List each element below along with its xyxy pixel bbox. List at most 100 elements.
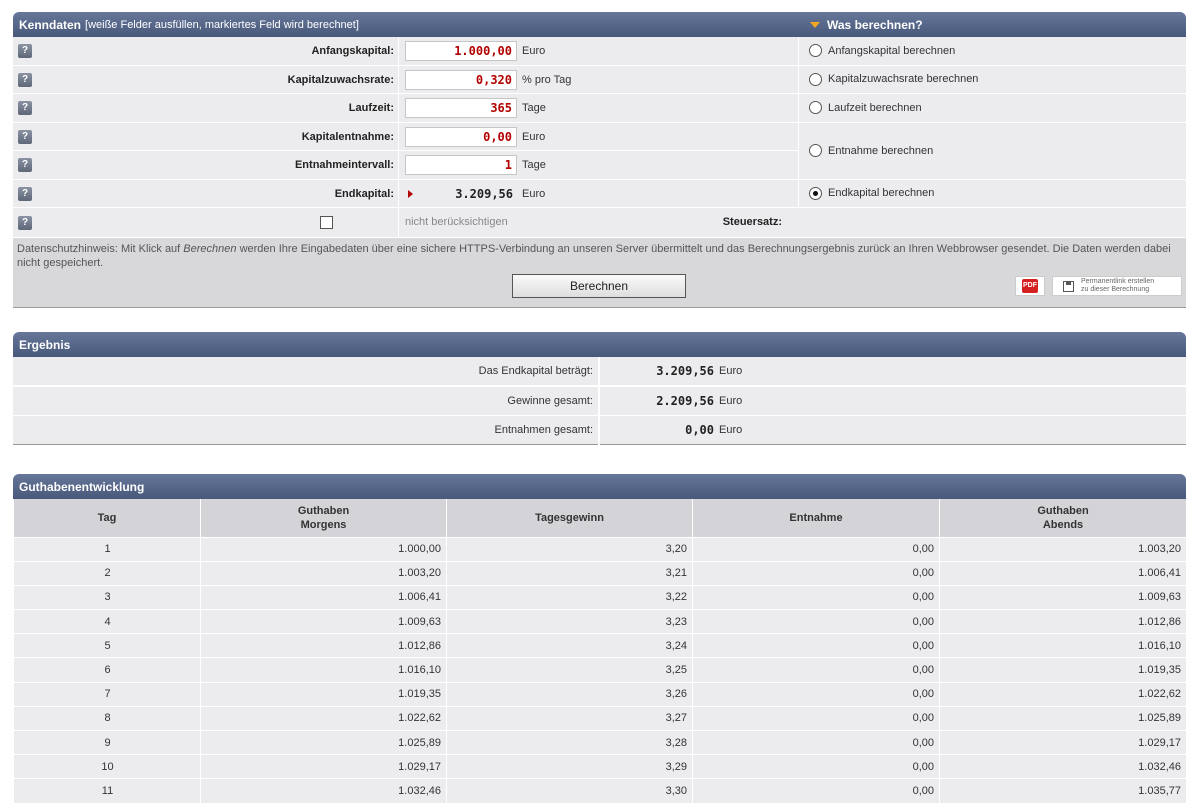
help-icon[interactable]: ? bbox=[18, 158, 32, 172]
table-cell: 1.016,10 bbox=[939, 633, 1186, 659]
table-cell: 3,24 bbox=[446, 633, 693, 659]
field-label: Laufzeit: bbox=[348, 102, 394, 114]
column-header: Entnahme bbox=[692, 499, 940, 538]
field-row-endkapital: ? Endkapital: 3.209,56 Euro bbox=[13, 179, 798, 208]
table-cell: 3,28 bbox=[446, 729, 693, 756]
field-label: Entnahmeintervall: bbox=[294, 159, 394, 171]
result-label: Das Endkapital beträgt: bbox=[478, 365, 593, 377]
guthaben-title: Guthabenentwicklung bbox=[19, 479, 145, 494]
result-unit: Euro bbox=[719, 424, 743, 436]
table-cell: 1.003,20 bbox=[939, 536, 1186, 562]
table-cell: 0,00 bbox=[692, 705, 940, 732]
table-cell: 0,00 bbox=[692, 729, 940, 756]
kapitalzuwachsrate-input[interactable]: 0,320 bbox=[405, 69, 517, 90]
endkapital-calculated-field[interactable]: 3.209,56 bbox=[405, 184, 517, 204]
table-header-row: Tag Guthaben Morgens Tagesgewinn Entnahme Gut… bbox=[13, 499, 1186, 538]
table-row: 10 1.029,17 3,29 0,00 1.032,46 bbox=[13, 754, 1186, 780]
table-cell: 1.019,35 bbox=[200, 681, 447, 707]
radio-button[interactable] bbox=[809, 101, 822, 115]
table-cell: 0,00 bbox=[692, 778, 940, 804]
field-unit: Tage bbox=[522, 102, 546, 114]
table-cell: 3,25 bbox=[446, 657, 693, 683]
laufzeit-input[interactable]: 365 bbox=[405, 98, 517, 118]
kenndaten-header: Kenndaten [weiße Felder ausfüllen, marki… bbox=[13, 12, 1186, 37]
radio-button[interactable] bbox=[809, 72, 822, 86]
help-icon[interactable]: ? bbox=[18, 186, 32, 201]
help-icon[interactable]: ? bbox=[18, 44, 32, 58]
endkapital-value: 3.209,56 bbox=[455, 186, 513, 201]
table-cell: 1.022,62 bbox=[939, 681, 1186, 707]
table-cell: 11 bbox=[13, 778, 201, 804]
column-header-line1: Tag bbox=[97, 511, 117, 524]
field-unit: Tage bbox=[522, 159, 546, 171]
table-cell: 0,00 bbox=[692, 633, 940, 659]
ergebnis-title: Ergebnis bbox=[19, 337, 71, 352]
field-label: Anfangskapital: bbox=[311, 45, 394, 57]
field-row-kapitalentnahme: ? Kapitalentnahme: 0,00 Euro bbox=[13, 122, 798, 151]
option-label: Kapitalzuwachsrate berechnen bbox=[828, 73, 979, 86]
option-label: Endkapital berechnen bbox=[828, 187, 935, 200]
table-cell: 3,21 bbox=[446, 560, 693, 586]
table-cell: 1.012,86 bbox=[939, 609, 1186, 635]
notice-emphasis: Berechnen bbox=[183, 243, 237, 255]
field-row-laufzeit: ? Laufzeit: 365 Tage bbox=[13, 94, 798, 123]
kapitalentnahme-input[interactable]: 0,00 bbox=[405, 126, 517, 147]
table-cell: 3,30 bbox=[446, 778, 693, 804]
steuersatz-checkbox[interactable] bbox=[320, 216, 333, 229]
radio-button-selected[interactable] bbox=[809, 186, 822, 200]
option-endkapital[interactable]: Endkapital berechnen bbox=[799, 179, 1186, 208]
table-cell: 3 bbox=[13, 584, 201, 611]
divider bbox=[398, 37, 399, 208]
table-cell: 1.032,46 bbox=[939, 754, 1186, 780]
table-row: 4 1.009,63 3,23 0,00 1.012,86 bbox=[13, 609, 1186, 635]
field-row-entnahmeintervall: ? Entnahmeintervall: 1 Tage bbox=[13, 151, 798, 180]
table-cell: 1 bbox=[13, 536, 201, 562]
table-body: 1 1.000,00 3,20 0,00 1.003,20 2 1.003,20 3,21 0,… bbox=[13, 536, 1186, 804]
berechnen-button[interactable]: Berechnen bbox=[512, 274, 686, 298]
help-icon[interactable]: ? bbox=[18, 129, 32, 144]
table-cell: 0,00 bbox=[692, 609, 940, 635]
option-kapitalzuwachsrate[interactable]: Kapitalzuwachsrate berechnen bbox=[799, 65, 1186, 94]
table-cell: 1.029,17 bbox=[939, 729, 1186, 756]
table-row: 2 1.003,20 3,21 0,00 1.006,41 bbox=[13, 560, 1186, 586]
pdf-button[interactable]: PDF bbox=[1015, 276, 1045, 296]
table-cell: 0,00 bbox=[692, 536, 940, 562]
kenndaten-body: ? Anfangskapital: 1.000,00 Euro ? Kapita… bbox=[13, 37, 1186, 238]
table-cell: 0,00 bbox=[692, 584, 940, 611]
table-cell: 1.006,41 bbox=[200, 584, 447, 611]
radio-button[interactable] bbox=[809, 144, 822, 157]
help-icon[interactable]: ? bbox=[18, 72, 32, 87]
column-header-line2: Morgens bbox=[300, 518, 347, 531]
field-label: Endkapital: bbox=[334, 187, 394, 200]
column-header: Tag bbox=[13, 499, 201, 538]
table-cell: 1.019,35 bbox=[939, 657, 1186, 683]
table-cell: 1.016,10 bbox=[200, 657, 447, 683]
radio-button[interactable] bbox=[809, 44, 822, 58]
option-entnahme[interactable]: Entnahme berechnen bbox=[799, 122, 1186, 180]
table-cell: 5 bbox=[13, 633, 201, 659]
help-icon[interactable]: ? bbox=[18, 101, 32, 115]
result-unit: Euro bbox=[719, 365, 743, 377]
table-cell: 1.029,17 bbox=[200, 754, 447, 780]
anfangskapital-input[interactable]: 1.000,00 bbox=[405, 41, 517, 61]
ergebnis-panel: Ergebnis Das Endkapital beträgt: 3.209,5… bbox=[13, 332, 1186, 447]
help-icon[interactable]: ? bbox=[18, 216, 32, 230]
column-header: Guthaben Abends bbox=[939, 499, 1186, 538]
table-cell: 3,27 bbox=[446, 705, 693, 732]
column-header: Guthaben Morgens bbox=[200, 499, 447, 538]
column-header-line2: Abends bbox=[1042, 518, 1084, 531]
table-cell: 3,23 bbox=[446, 609, 693, 635]
table-cell: 0,00 bbox=[692, 754, 940, 780]
kenndaten-title: Kenndaten bbox=[19, 17, 82, 32]
table-row: 1 1.000,00 3,20 0,00 1.003,20 bbox=[13, 536, 1186, 562]
result-value: 3.209,56 bbox=[656, 364, 714, 378]
permalink-button[interactable]: Permanentlink erstellen zu dieser Berech… bbox=[1052, 276, 1182, 296]
option-laufzeit[interactable]: Laufzeit berechnen bbox=[799, 94, 1186, 123]
field-label: Steuersatz: bbox=[722, 216, 782, 228]
option-label: Entnahme berechnen bbox=[828, 144, 934, 157]
table-cell: 1.003,20 bbox=[200, 560, 447, 586]
option-anfangskapital[interactable]: Anfangskapital berechnen bbox=[799, 37, 1186, 66]
result-value: 2.209,56 bbox=[656, 394, 714, 408]
entnahmeintervall-input[interactable]: 1 bbox=[405, 155, 517, 175]
table-row: 5 1.012,86 3,24 0,00 1.016,10 bbox=[13, 633, 1186, 659]
